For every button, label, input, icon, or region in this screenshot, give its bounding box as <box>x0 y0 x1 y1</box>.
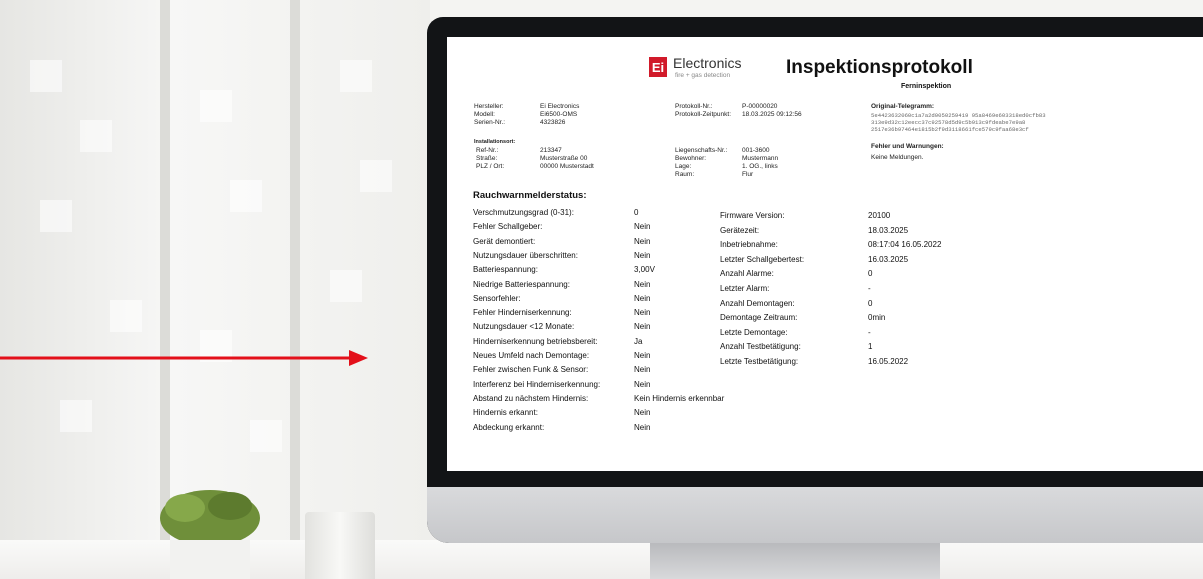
protocol-number-label: Protokoll-Nr.: <box>675 103 713 110</box>
status-label: Letzte Testbetätigung: <box>720 357 799 366</box>
status-label: Verschmutzungsgrad (0-31): <box>473 208 574 217</box>
status-value: 16.03.2025 <box>868 254 909 264</box>
status-label: Letzter Schallgebertest: <box>720 254 805 264</box>
protocol-number-value: P-00000020 <box>742 103 778 110</box>
monitor-chin <box>427 487 1203 543</box>
street-label: Straße: <box>476 155 498 162</box>
protocol-time-value: 18.03.2025 09:12:56 <box>742 111 802 118</box>
telegram-label: Original-Telegramm: <box>871 103 935 110</box>
status-label: Fehler Schallgeber: <box>473 222 543 232</box>
status-label: Abstand zu nächstem Hindernis: <box>473 393 589 403</box>
status-value: Ja <box>634 336 643 346</box>
manufacturer-value: Ei Electronics <box>540 103 580 110</box>
street-value: Musterstraße 00 <box>540 155 588 162</box>
location-value: 1. OG., links <box>742 163 778 170</box>
status-label: Inbetriebnahme: <box>720 240 778 250</box>
location-label: Lage: <box>675 163 692 170</box>
status-label: Interferenz bei Hinderniserkennung: <box>473 379 601 389</box>
status-value: 16.05.2022 <box>868 357 909 366</box>
status-value: Nein <box>634 365 651 375</box>
status-label: Hindernis erkannt: <box>473 408 538 418</box>
status-value: Nein <box>634 351 651 360</box>
warnings-label: Fehler und Warnungen: <box>871 143 944 150</box>
serial-label: Serien-Nr.: <box>474 119 506 126</box>
status-value: Nein <box>634 308 651 318</box>
model-label: Modell: <box>474 111 495 118</box>
status-label: Nutzungsdauer überschritten: <box>473 250 578 260</box>
resident-value: Mustermann <box>742 155 779 162</box>
status-value: 3,00V <box>634 265 655 275</box>
status-value: Kein Hindernis erkennbar <box>634 393 725 403</box>
status-label: Fehler Hinderniserkennung: <box>473 308 572 318</box>
status-label: Batteriespannung: <box>473 265 538 275</box>
status-value: 0 <box>868 298 873 308</box>
status-value: Nein <box>634 279 651 289</box>
telegram-line: 2517e36b97464e1815b2f9d3118661fce579c9fa… <box>871 126 1029 133</box>
status-value: Nein <box>634 322 651 332</box>
warnings-value: Keine Meldungen. <box>871 154 924 161</box>
installation-heading: Installationsort: <box>474 139 516 145</box>
brand-logo-icon: Ei <box>649 57 667 77</box>
status-value: 0min <box>868 313 886 323</box>
serial-value: 4323826 <box>540 119 566 126</box>
room-label: Raum: <box>675 171 695 178</box>
property-number-label: Liegenschafts-Nr.: <box>675 147 728 154</box>
status-value: 20100 <box>868 211 891 220</box>
status-label: Anzahl Demontagen: <box>720 298 795 308</box>
city-value: 00000 Musterstadt <box>540 163 594 170</box>
red-arrow-icon <box>0 350 368 366</box>
status-value: 08:17:04 16.05.2022 <box>868 240 942 250</box>
status-label: Demontage Zeitraum: <box>720 313 798 323</box>
status-label: Nutzungsdauer <12 Monate: <box>473 322 575 332</box>
status-heading: Rauchwarnmelderstatus: <box>473 190 587 201</box>
page-title: Inspektionsprotokoll <box>786 57 973 78</box>
status-label: Anzahl Alarme: <box>720 269 774 279</box>
status-value: Nein <box>634 408 651 418</box>
status-value: Nein <box>634 236 651 246</box>
status-value: 0 <box>868 269 873 279</box>
room-value: Flur <box>742 171 754 178</box>
status-label: Gerät demontiert: <box>473 236 536 246</box>
ref-label: Ref-Nr.: <box>476 147 499 154</box>
status-label: Letzter Alarm: <box>720 284 770 293</box>
status-label: Abdeckung erkannt: <box>473 422 545 432</box>
protocol-time-label: Protokoll-Zeitpunkt: <box>675 111 731 118</box>
status-value: Nein <box>634 379 651 389</box>
status-label: Sensorfehler: <box>473 293 521 303</box>
status-label: Letzte Demontage: <box>720 327 788 337</box>
monitor-stand <box>650 543 940 579</box>
status-value: 0 <box>634 208 639 217</box>
status-label: Hinderniserkennung betriebsbereit: <box>473 336 598 346</box>
model-value: Ei6500-OMS <box>540 111 578 118</box>
status-value: - <box>868 284 871 293</box>
status-value: Nein <box>634 222 651 232</box>
status-value: Nein <box>634 250 651 260</box>
status-label: Gerätezeit: <box>720 225 760 235</box>
city-label: PLZ / Ort: <box>476 163 505 170</box>
brand-tagline: fire + gas detection <box>675 72 731 79</box>
monitor-screen: Ei Electronics fire + gas detection Insp… <box>447 37 1203 471</box>
status-label: Anzahl Testbetätigung: <box>720 342 801 352</box>
status-value: Nein <box>634 422 651 432</box>
status-value: 1 <box>868 342 873 352</box>
status-value: - <box>868 327 871 337</box>
status-value: 18.03.2025 <box>868 225 909 235</box>
page-subtitle: Ferninspektion <box>901 83 952 90</box>
inspection-report-document: Ei Electronics fire + gas detection Insp… <box>447 37 1203 471</box>
status-label: Fehler zwischen Funk & Sensor: <box>473 365 589 375</box>
property-number-value: 001-3600 <box>742 147 770 154</box>
status-label: Firmware Version: <box>720 211 785 220</box>
ref-value: 213347 <box>540 147 562 154</box>
resident-label: Bewohner: <box>675 155 707 162</box>
mug-icon <box>305 512 375 579</box>
manufacturer-label: Hersteller: <box>474 103 504 110</box>
status-label: Niedrige Batteriespannung: <box>473 279 570 289</box>
status-label: Neues Umfeld nach Demontage: <box>473 351 590 360</box>
plant-icon <box>160 490 260 579</box>
brand-name: Electronics <box>673 55 742 71</box>
status-value: Nein <box>634 293 651 303</box>
